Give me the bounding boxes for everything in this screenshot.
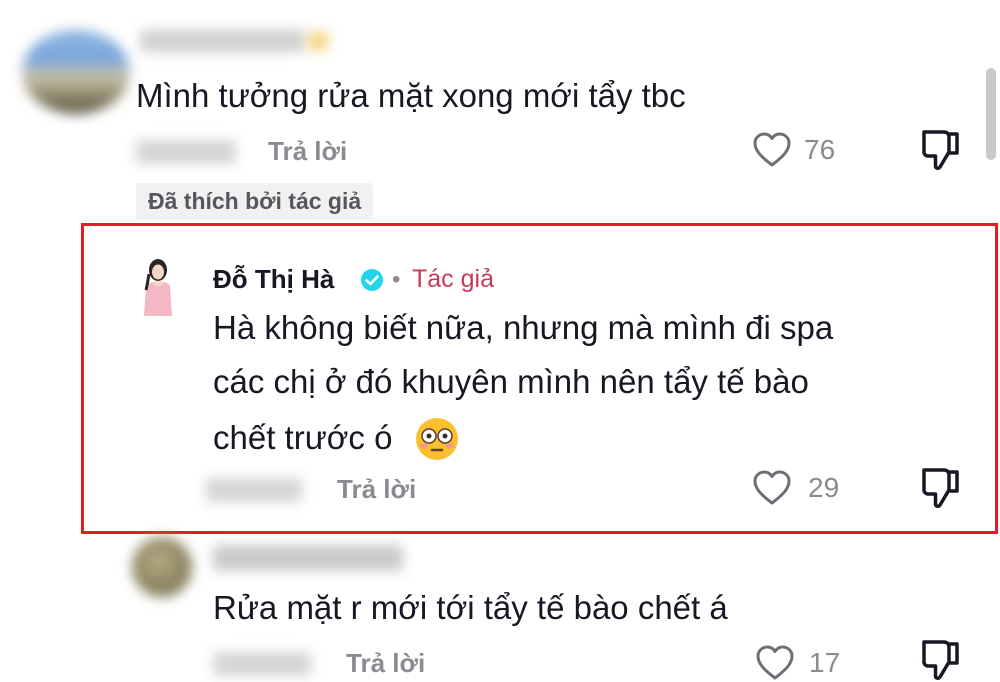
reply-button[interactable]: Trả lời	[346, 648, 425, 679]
commenter-avatar[interactable]	[22, 30, 130, 114]
comment-date-redacted	[213, 652, 311, 676]
reply-button[interactable]: Trả lời	[268, 136, 347, 167]
like-count: 76	[804, 134, 836, 165]
heart-icon[interactable]	[755, 644, 795, 682]
reply-date-redacted	[206, 478, 302, 502]
commenter-username-redacted[interactable]	[140, 30, 305, 52]
dislike-icon[interactable]	[920, 466, 962, 510]
reply-text-line: Hà không biết nữa, nhưng mà mình đi spa	[213, 309, 834, 346]
heart-icon[interactable]	[752, 131, 792, 169]
flushed-face-emoji	[414, 416, 460, 462]
like-count: 29	[808, 472, 840, 503]
reply-button[interactable]: Trả lời	[337, 474, 416, 505]
like-count: 17	[809, 647, 841, 678]
dislike-icon[interactable]	[920, 638, 962, 682]
author-tag: Tác giả	[412, 265, 494, 293]
separator-dot: •	[392, 266, 401, 293]
comment-text: Rửa mặt r mới tới tẩy tế bào chết á	[213, 589, 728, 626]
heart-icon[interactable]	[752, 469, 792, 507]
comment-text: Mình tưởng rửa mặt xong mới tẩy tbc	[136, 77, 686, 114]
author-avatar[interactable]	[136, 256, 180, 318]
comment-date-redacted	[136, 140, 236, 164]
scrollbar[interactable]	[986, 68, 996, 160]
verified-badge-icon	[360, 268, 384, 292]
reply-text-line: chết trước ó	[213, 419, 393, 456]
reply-text-line: các chị ở đó khuyên mình nên tẩy tế bào	[213, 363, 809, 400]
dislike-icon[interactable]	[920, 128, 962, 172]
author-name[interactable]: Đỗ Thị Hà	[213, 264, 334, 295]
commenter-avatar[interactable]	[132, 537, 192, 597]
commenter-badge-redacted	[308, 32, 328, 50]
liked-by-author-badge: Đã thích bởi tác giả	[136, 183, 374, 219]
commenter-username-redacted[interactable]	[213, 545, 403, 571]
